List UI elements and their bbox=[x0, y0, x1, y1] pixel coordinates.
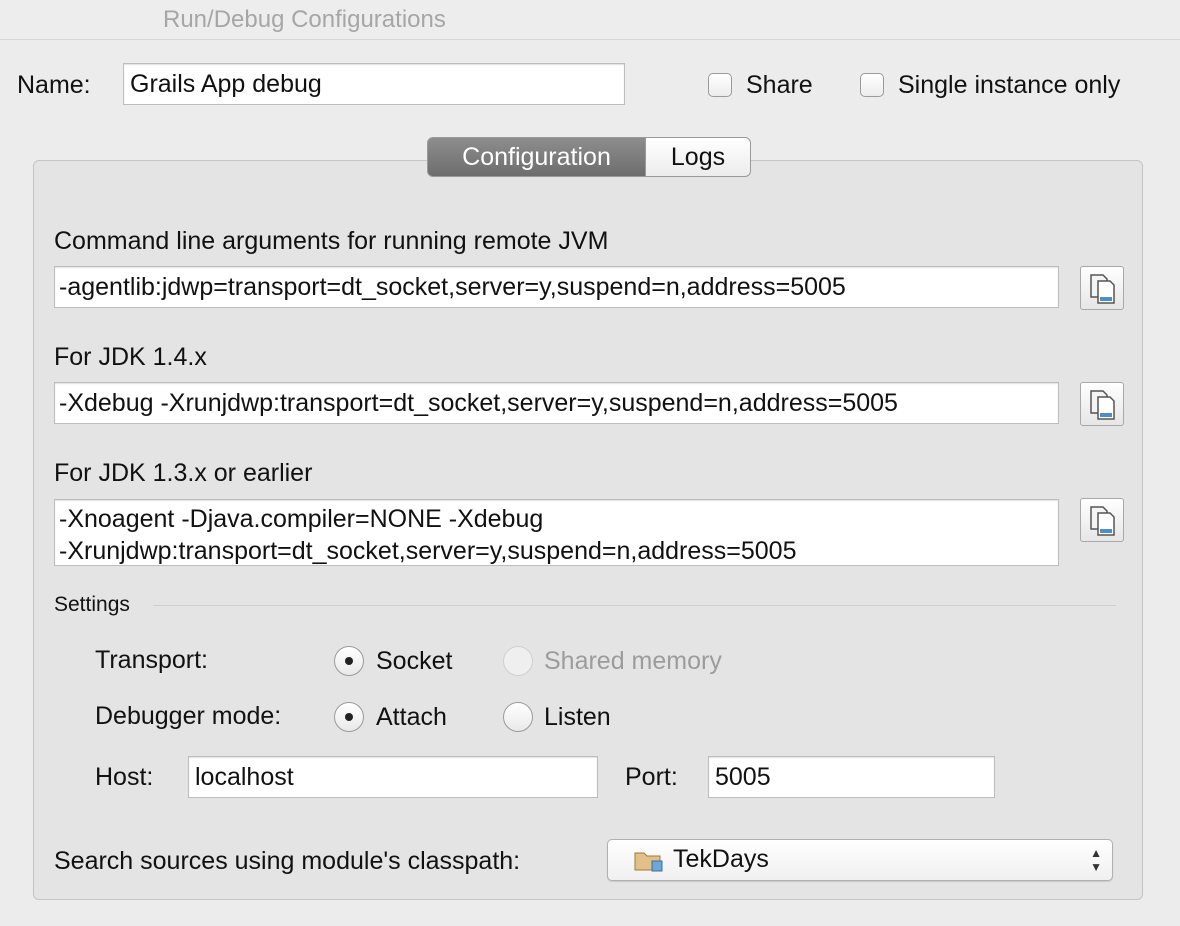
module-select[interactable]: TekDays ▲ ▼ bbox=[607, 839, 1113, 881]
jdk13-line2: -Xrunjdwp:transport=dt_socket,server=y,s… bbox=[59, 537, 797, 565]
share-checkbox[interactable] bbox=[708, 73, 732, 97]
name-label: Name: bbox=[17, 71, 91, 99]
copy-jdk13-button[interactable] bbox=[1080, 498, 1124, 542]
module-select-value: TekDays bbox=[673, 845, 769, 873]
cmd-args-label: Command line arguments for running remot… bbox=[54, 227, 609, 255]
transport-shared-memory-label: Shared memory bbox=[544, 647, 722, 675]
port-label: Port: bbox=[625, 763, 678, 791]
transport-label: Transport: bbox=[95, 646, 209, 674]
settings-divider bbox=[153, 605, 1116, 606]
cmd-args-field[interactable]: -agentlib:jdwp=transport=dt_socket,serve… bbox=[54, 266, 1059, 308]
mode-listen-label: Listen bbox=[544, 703, 611, 731]
title-bar: Run/Debug Configurations bbox=[0, 0, 1180, 40]
classpath-label: Search sources using module's classpath: bbox=[54, 847, 521, 875]
folder-icon bbox=[634, 852, 663, 872]
transport-socket-radio[interactable] bbox=[334, 646, 364, 676]
copy-icon bbox=[1090, 506, 1115, 536]
host-label: Host: bbox=[95, 763, 154, 791]
name-input[interactable]: Grails App debug bbox=[123, 63, 625, 105]
copy-icon bbox=[1090, 390, 1115, 420]
copy-jdk14-button[interactable] bbox=[1080, 382, 1124, 426]
copy-icon bbox=[1090, 274, 1115, 304]
mode-attach-label: Attach bbox=[376, 703, 447, 731]
window-title: Run/Debug Configurations bbox=[163, 6, 446, 33]
copy-cmd-button[interactable] bbox=[1080, 266, 1124, 310]
tab-logs[interactable]: Logs bbox=[645, 137, 751, 177]
mode-attach-radio[interactable] bbox=[334, 702, 364, 732]
single-instance-label: Single instance only bbox=[898, 71, 1121, 99]
jdk14-field[interactable]: -Xdebug -Xrunjdwp:transport=dt_socket,se… bbox=[54, 382, 1059, 424]
select-arrows-icon: ▲ ▼ bbox=[1090, 846, 1102, 874]
share-label: Share bbox=[746, 71, 813, 99]
transport-socket-label: Socket bbox=[376, 647, 453, 675]
jdk13-line1: -Xnoagent -Djava.compiler=NONE -Xdebug bbox=[59, 505, 544, 533]
tab-configuration[interactable]: Configuration bbox=[427, 137, 646, 177]
settings-heading: Settings bbox=[54, 593, 130, 616]
host-input[interactable]: localhost bbox=[188, 756, 598, 798]
transport-shared-memory-radio[interactable] bbox=[503, 646, 533, 676]
mode-listen-radio[interactable] bbox=[503, 702, 533, 732]
single-instance-checkbox[interactable] bbox=[860, 73, 884, 97]
jdk13-label: For JDK 1.3.x or earlier bbox=[54, 459, 313, 487]
debugger-mode-label: Debugger mode: bbox=[95, 702, 282, 730]
port-input[interactable]: 5005 bbox=[708, 756, 995, 798]
jdk14-label: For JDK 1.4.x bbox=[54, 343, 207, 371]
jdk13-field[interactable]: -Xnoagent -Djava.compiler=NONE -Xdebug -… bbox=[54, 499, 1059, 566]
